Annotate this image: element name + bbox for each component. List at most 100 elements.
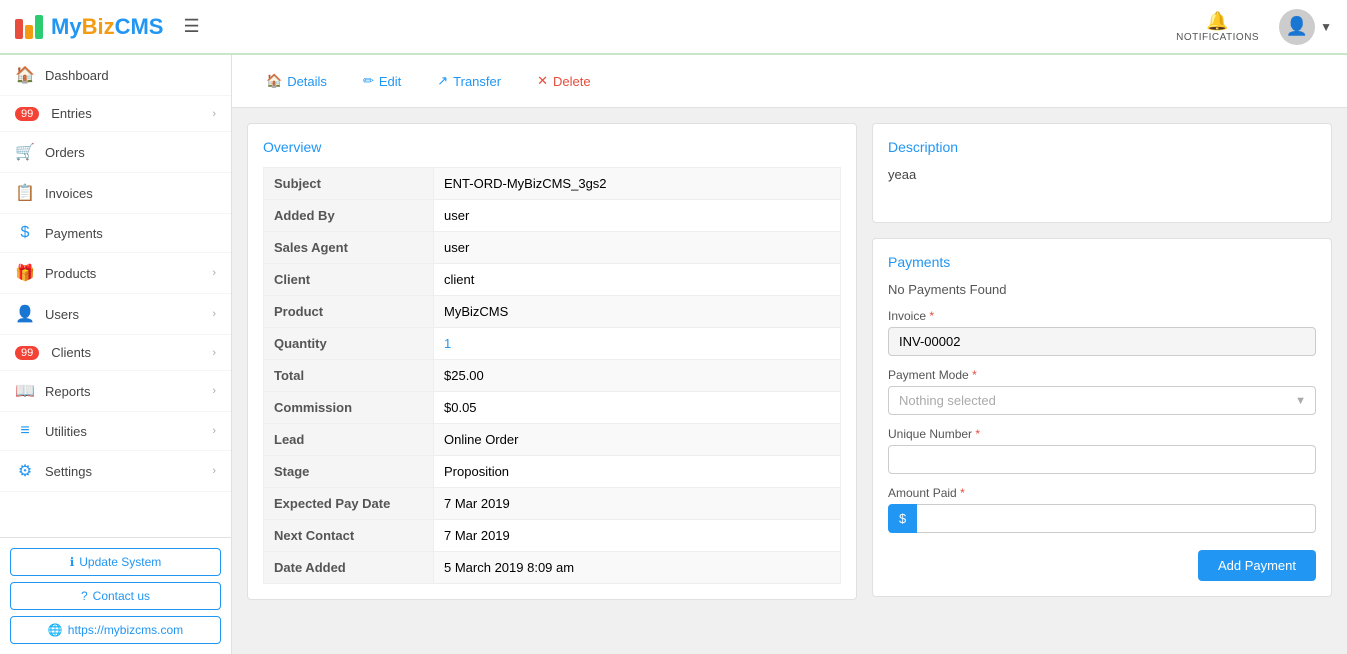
user-menu[interactable]: 👤 ▼ <box>1279 9 1332 45</box>
unique-number-input[interactable] <box>888 445 1316 474</box>
overview-field-label: Sales Agent <box>264 232 434 264</box>
payment-mode-label-text: Payment Mode <box>888 368 969 382</box>
overview-field-label: Stage <box>264 456 434 488</box>
chevron-right-icon-users: › <box>212 308 216 320</box>
sidebar-label-clients: Clients <box>51 345 202 360</box>
payment-mode-select[interactable]: Nothing selected <box>888 386 1316 415</box>
overview-title: Overview <box>263 139 841 155</box>
contact-us-button[interactable]: ? Contact us <box>10 582 221 610</box>
update-system-button[interactable]: ℹ Update System <box>10 548 221 576</box>
invoice-group: Invoice * <box>888 309 1316 356</box>
overview-field-value: Online Order <box>434 424 841 456</box>
add-payment-button[interactable]: Add Payment <box>1198 550 1316 581</box>
home-small-icon: 🏠 <box>266 73 282 89</box>
amount-paid-group: Amount Paid * $ <box>888 486 1316 533</box>
sidebar-label-entries: Entries <box>51 106 202 121</box>
amount-paid-input[interactable] <box>917 504 1316 533</box>
chevron-right-icon-reports: › <box>212 385 216 397</box>
sidebar-label-orders: Orders <box>45 145 216 160</box>
details-button[interactable]: 🏠 Details <box>252 67 341 95</box>
overview-field-value: user <box>434 200 841 232</box>
chevron-right-icon-products: › <box>212 267 216 279</box>
sidebar-item-clients[interactable]: 99 Clients › <box>0 335 231 371</box>
entries-badge: 99 <box>15 107 39 121</box>
brand-icon <box>15 15 43 39</box>
sidebar-item-orders[interactable]: 🛒 Orders <box>0 132 231 173</box>
sidebar-footer: ℹ Update System ? Contact us 🌐 https://m… <box>0 537 231 654</box>
dollar-icon: $ <box>15 224 35 242</box>
overview-field-label: Commission <box>264 392 434 424</box>
overview-field-value: client <box>434 264 841 296</box>
overview-field-label: Product <box>264 296 434 328</box>
unique-number-label: Unique Number * <box>888 427 1316 441</box>
overview-field-label: Quantity <box>264 328 434 360</box>
sidebar-label-reports: Reports <box>45 384 202 399</box>
payment-mode-select-wrapper: Nothing selected ▼ <box>888 386 1316 415</box>
sidebar-item-users[interactable]: 👤 Users › <box>0 294 231 335</box>
home-icon: 🏠 <box>15 65 35 85</box>
overview-card: Overview SubjectENT-ORD-MyBizCMS_3gs2Add… <box>247 123 857 600</box>
hamburger-button[interactable]: ☰ <box>183 16 199 37</box>
sidebar-item-invoices[interactable]: 📋 Invoices <box>0 173 231 214</box>
website-button[interactable]: 🌐 https://mybizcms.com <box>10 616 221 644</box>
bell-icon: 🔔 <box>1206 11 1228 32</box>
contact-label: Contact us <box>93 589 150 603</box>
sidebar-label-payments: Payments <box>45 226 216 241</box>
update-system-label: Update System <box>79 555 161 569</box>
transfer-button[interactable]: ↗ Transfer <box>423 67 515 95</box>
chevron-down-icon: ▼ <box>1320 20 1332 34</box>
overview-field-value: ENT-ORD-MyBizCMS_3gs2 <box>434 168 841 200</box>
website-label: https://mybizcms.com <box>68 623 183 637</box>
sidebar-item-payments[interactable]: $ Payments <box>0 214 231 253</box>
transfer-icon: ↗ <box>437 73 448 89</box>
payment-mode-label: Payment Mode * <box>888 368 1316 382</box>
quantity-link[interactable]: 1 <box>444 336 451 351</box>
payment-mode-group: Payment Mode * Nothing selected ▼ <box>888 368 1316 415</box>
sidebar-item-dashboard[interactable]: 🏠 Dashboard <box>0 55 231 96</box>
panel-right: Description yeaa Payments No Payments Fo… <box>872 123 1332 600</box>
no-payments-text: No Payments Found <box>888 282 1316 297</box>
bar-orange <box>25 25 33 39</box>
dollar-prefix: $ <box>888 504 917 533</box>
payments-title: Payments <box>888 254 1316 270</box>
unique-number-label-text: Unique Number <box>888 427 972 441</box>
notifications-button[interactable]: 🔔 NOTIFICATIONS <box>1176 11 1259 43</box>
sidebar-label-users: Users <box>45 307 202 322</box>
sidebar-item-settings[interactable]: ⚙ Settings › <box>0 451 231 492</box>
cart-icon: 🛒 <box>15 142 35 162</box>
x-icon: ✕ <box>537 73 548 89</box>
navbar: MyBizCMS ☰ 🔔 NOTIFICATIONS 👤 ▼ <box>0 0 1347 55</box>
overview-field-value: 5 March 2019 8:09 am <box>434 552 841 584</box>
sidebar-item-entries[interactable]: 99 Entries › <box>0 96 231 132</box>
panel-left: Overview SubjectENT-ORD-MyBizCMS_3gs2Add… <box>247 123 857 600</box>
invoice-icon: 📋 <box>15 183 35 203</box>
brand-text: MyBizCMS <box>51 14 163 40</box>
info-icon: ℹ <box>70 555 75 569</box>
overview-field-label: Added By <box>264 200 434 232</box>
payments-card: Payments No Payments Found Invoice * Pay… <box>872 238 1332 597</box>
sidebar-item-utilities[interactable]: ≡ Utilities › <box>0 412 231 451</box>
clients-badge: 99 <box>15 346 39 360</box>
delete-label: Delete <box>553 74 591 89</box>
invoice-label-text: Invoice <box>888 309 926 323</box>
brand-biz: Biz <box>82 14 115 39</box>
sidebar-item-reports[interactable]: 📖 Reports › <box>0 371 231 412</box>
overview-field-value: 1 <box>434 328 841 360</box>
delete-button[interactable]: ✕ Delete <box>523 67 604 95</box>
overview-field-value: Proposition <box>434 456 841 488</box>
sidebar-label-utilities: Utilities <box>45 424 202 439</box>
sidebar-label-invoices: Invoices <box>45 186 216 201</box>
overview-field-label: Next Contact <box>264 520 434 552</box>
invoice-input[interactable] <box>888 327 1316 356</box>
overview-field-value: $0.05 <box>434 392 841 424</box>
chevron-right-icon-utilities: › <box>212 425 216 437</box>
overview-field-value: user <box>434 232 841 264</box>
overview-field-label: Total <box>264 360 434 392</box>
navbar-right: 🔔 NOTIFICATIONS 👤 ▼ <box>1176 9 1332 45</box>
globe-icon: 🌐 <box>48 623 63 637</box>
sidebar-item-products[interactable]: 🎁 Products › <box>0 253 231 294</box>
action-toolbar: 🏠 Details ✏ Edit ↗ Transfer ✕ Delete <box>232 55 1347 108</box>
overview-field-value: 7 Mar 2019 <box>434 488 841 520</box>
edit-button[interactable]: ✏ Edit <box>349 67 415 95</box>
utilities-icon: ≡ <box>15 422 35 440</box>
